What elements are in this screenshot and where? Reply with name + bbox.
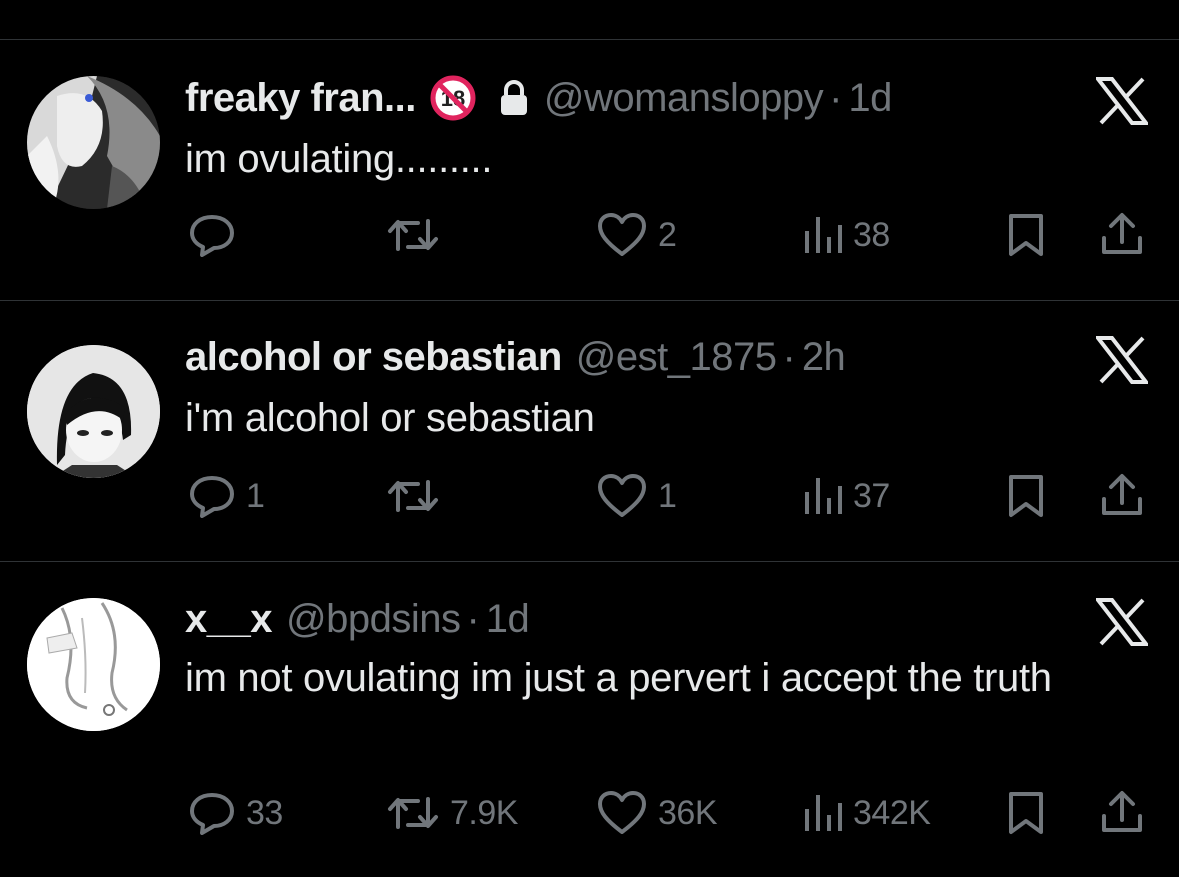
- view-count: 38: [853, 215, 890, 254]
- display-name[interactable]: alcohol or sebastian: [185, 335, 562, 380]
- action-bar: 2 38: [0, 211, 1179, 259]
- separator: ·: [782, 334, 796, 379]
- reply-icon: [190, 215, 234, 257]
- share-icon: [1102, 474, 1142, 515]
- views-icon: [805, 795, 842, 831]
- view-count: 342K: [853, 793, 931, 832]
- bookmark-button[interactable]: [1006, 472, 1046, 520]
- views-button[interactable]: 37: [803, 472, 890, 520]
- lock-icon: [498, 79, 530, 117]
- avatar-image: [27, 598, 160, 731]
- share-icon: [1102, 213, 1142, 254]
- separator: ·: [466, 596, 480, 641]
- share-button[interactable]: [1099, 472, 1145, 520]
- view-count: 37: [853, 476, 890, 515]
- avatar[interactable]: [27, 76, 160, 209]
- tweet-header: x__x @bpdsins · 1d: [185, 596, 530, 642]
- retweet-count: 7.9K: [450, 793, 518, 832]
- views-button[interactable]: 342K: [803, 789, 931, 837]
- avatar[interactable]: [27, 345, 160, 478]
- action-bar: 33 7.9K 36K 342K: [0, 789, 1179, 837]
- handle[interactable]: @bpdsins: [286, 597, 461, 642]
- action-bar: 1 1 37: [0, 472, 1179, 520]
- bookmark-button[interactable]: [1006, 789, 1046, 837]
- views-button[interactable]: 38: [803, 211, 890, 259]
- retweet-icon: [388, 219, 438, 251]
- bookmark-button[interactable]: [1006, 211, 1046, 259]
- reply-count: 1: [246, 476, 265, 515]
- retweet-icon: [388, 797, 438, 829]
- bookmark-icon: [1009, 475, 1043, 517]
- views-icon: [805, 478, 842, 514]
- like-count: 2: [658, 215, 677, 254]
- views-icon: [805, 217, 842, 253]
- retweet-button[interactable]: 7.9K: [386, 789, 518, 837]
- share-icon: [1102, 791, 1142, 832]
- reply-button[interactable]: 33: [188, 789, 283, 837]
- heart-icon: [598, 213, 646, 256]
- tweet-header: alcohol or sebastian @est_1875 · 2h: [185, 334, 846, 380]
- avatar-image: [27, 76, 160, 209]
- avatar-image: [27, 345, 160, 478]
- separator: ·: [829, 75, 843, 120]
- display-name[interactable]: x__x: [185, 597, 272, 642]
- like-button[interactable]: 36K: [596, 789, 718, 837]
- bookmark-icon: [1009, 792, 1043, 834]
- reply-count: 33: [246, 793, 283, 832]
- handle[interactable]: @est_1875: [576, 335, 777, 380]
- tweet-3[interactable]: x__x @bpdsins · 1d im not ovulating im j…: [0, 562, 1179, 877]
- tweet-2[interactable]: alcohol or sebastian @est_1875 · 2h i'm …: [0, 301, 1179, 561]
- share-button[interactable]: [1099, 211, 1145, 259]
- retweet-button[interactable]: [386, 211, 450, 259]
- handle[interactable]: @womansloppy: [544, 76, 824, 121]
- reply-icon: [190, 476, 234, 518]
- heart-icon: [598, 474, 646, 517]
- tweet-header: freaky fran... 18 @womansloppy · 1d: [185, 75, 892, 121]
- timestamp[interactable]: 1d: [848, 76, 892, 121]
- display-name[interactable]: freaky fran...: [185, 76, 416, 121]
- bookmark-icon: [1009, 214, 1043, 256]
- timestamp[interactable]: 2h: [802, 335, 846, 380]
- tweet-text: im not ovulating im just a pervert i acc…: [185, 656, 1052, 700]
- heart-icon: [598, 791, 646, 834]
- timestamp[interactable]: 1d: [486, 597, 530, 642]
- avatar[interactable]: [27, 598, 160, 731]
- like-count: 1: [658, 476, 677, 515]
- like-count: 36K: [658, 793, 718, 832]
- x-logo-icon: [1093, 336, 1151, 384]
- retweet-icon: [388, 480, 438, 512]
- tweet-text: im ovulating.........: [185, 137, 493, 181]
- tweet-text: i'm alcohol or sebastian: [185, 396, 595, 440]
- reply-button[interactable]: [188, 211, 246, 259]
- x-logo-icon: [1093, 598, 1151, 646]
- retweet-button[interactable]: [386, 472, 450, 520]
- share-button[interactable]: [1099, 789, 1145, 837]
- like-button[interactable]: 1: [596, 472, 677, 520]
- tweet-1[interactable]: freaky fran... 18 @womansloppy · 1d im o…: [0, 40, 1179, 300]
- reply-button[interactable]: 1: [188, 472, 265, 520]
- no-under-18-icon: 18: [430, 75, 476, 121]
- x-logo-icon: [1093, 77, 1151, 125]
- like-button[interactable]: 2: [596, 211, 677, 259]
- reply-icon: [190, 793, 234, 835]
